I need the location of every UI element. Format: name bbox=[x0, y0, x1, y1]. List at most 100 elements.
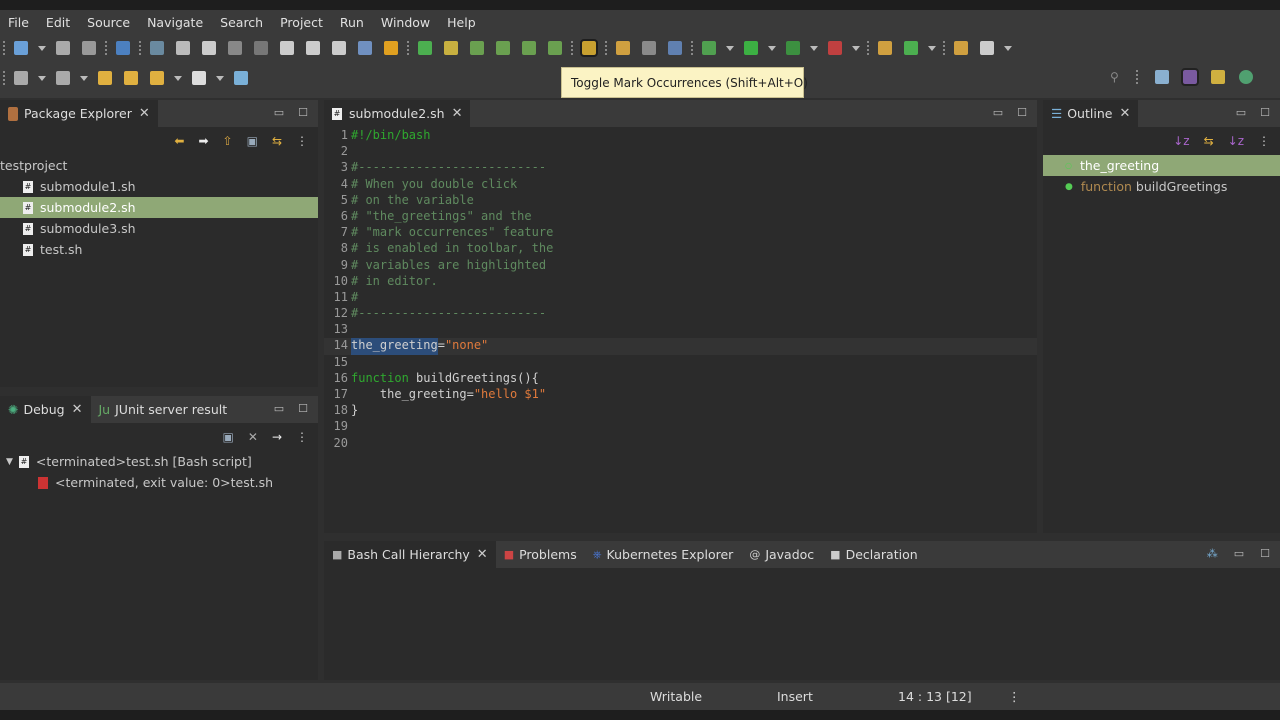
tab-javadoc[interactable]: @ Javadoc bbox=[741, 541, 822, 568]
menu-project[interactable]: Project bbox=[280, 15, 323, 30]
status-menu-icon[interactable]: ⋮ bbox=[1008, 689, 1021, 704]
view-menu-icon[interactable]: ⋮ bbox=[296, 134, 308, 148]
chevron-down-icon[interactable] bbox=[216, 75, 224, 81]
chevron-down-icon[interactable] bbox=[928, 45, 936, 51]
file-item[interactable]: # submodule1.sh bbox=[0, 176, 318, 197]
close-icon[interactable]: ✕ bbox=[72, 402, 83, 417]
outline-item-variable[interactable]: ○ the_greeting bbox=[1043, 155, 1280, 176]
search-icon[interactable]: ⚲ bbox=[1110, 70, 1119, 84]
chevron-down-icon[interactable] bbox=[38, 45, 46, 51]
menu-file[interactable]: File bbox=[8, 15, 29, 30]
step-icon[interactable]: → bbox=[272, 430, 282, 444]
file-item[interactable]: # test.sh bbox=[0, 239, 318, 260]
previous-annotation-icon[interactable] bbox=[56, 71, 70, 85]
save-all-icon[interactable] bbox=[82, 41, 96, 55]
menu-run[interactable]: Run bbox=[340, 15, 364, 30]
collapse-all-icon[interactable]: ▣ bbox=[247, 134, 258, 148]
external-tools-icon[interactable] bbox=[828, 41, 842, 55]
new-server-icon[interactable] bbox=[904, 41, 918, 55]
view-menu-icon[interactable]: ⋮ bbox=[296, 430, 308, 444]
chevron-down-icon[interactable] bbox=[768, 45, 776, 51]
step-return-icon[interactable] bbox=[332, 41, 346, 55]
toggle-mark-occurrences-icon[interactable] bbox=[580, 39, 598, 57]
new-project-icon[interactable] bbox=[418, 41, 432, 55]
next-edit-location-icon[interactable] bbox=[124, 71, 138, 85]
back-icon[interactable] bbox=[150, 71, 164, 85]
tab-junit[interactable]: Ju JUnit server result bbox=[91, 396, 236, 423]
tab-package-explorer[interactable]: Package Explorer ✕ bbox=[0, 100, 158, 127]
tab-hierarchy[interactable]: ■ Bash Call Hierarchy ✕ bbox=[324, 541, 496, 568]
maximize-icon[interactable]: ☐ bbox=[1260, 547, 1270, 560]
tab-problems[interactable]: ■ Problems bbox=[496, 541, 585, 568]
forward-icon[interactable]: ➡ bbox=[198, 134, 208, 148]
debug-launch-item[interactable]: ▼ # <terminated>test.sh [Bash script] bbox=[0, 451, 318, 472]
close-icon[interactable]: ✕ bbox=[1119, 106, 1130, 121]
layout-icon[interactable]: ⁂ bbox=[1207, 547, 1218, 560]
view-menu-icon[interactable]: ⋮ bbox=[1258, 134, 1270, 148]
menu-edit[interactable]: Edit bbox=[46, 15, 70, 30]
coverage-icon[interactable] bbox=[786, 41, 800, 55]
new-enum-icon[interactable] bbox=[522, 41, 536, 55]
tab-outline[interactable]: ☰ Outline ✕ bbox=[1043, 100, 1139, 127]
minimize-icon[interactable]: ▭ bbox=[1236, 106, 1246, 119]
minimize-icon[interactable]: ▭ bbox=[1234, 547, 1244, 560]
minimize-icon[interactable]: ▭ bbox=[274, 402, 284, 415]
debug-perspective-icon[interactable] bbox=[1238, 70, 1253, 84]
open-folder-icon[interactable] bbox=[954, 41, 968, 55]
tab-debug[interactable]: ✺ Debug ✕ bbox=[0, 396, 91, 423]
java-perspective-icon[interactable] bbox=[1180, 68, 1199, 86]
terminal-icon[interactable] bbox=[116, 41, 130, 55]
code-editor[interactable]: 1 #!/bin/bash 2 3 #-------------------------… bbox=[324, 127, 1037, 452]
python-perspective-icon[interactable] bbox=[1210, 70, 1225, 84]
drop-to-frame-icon[interactable] bbox=[358, 41, 372, 55]
close-icon[interactable]: ✕ bbox=[452, 106, 463, 121]
tab-kubernetes[interactable]: ⎈ Kubernetes Explorer bbox=[585, 541, 742, 568]
forward-icon[interactable] bbox=[192, 71, 206, 85]
remove-terminated-icon[interactable]: ▣ bbox=[223, 430, 234, 444]
chevron-down-icon[interactable] bbox=[38, 75, 46, 81]
maximize-icon[interactable]: ☐ bbox=[1017, 106, 1027, 119]
menu-window[interactable]: Window bbox=[381, 15, 430, 30]
remove-all-icon[interactable]: ✕ bbox=[248, 430, 258, 444]
next-annotation-icon[interactable] bbox=[14, 71, 28, 85]
back-icon[interactable]: ⬅ bbox=[174, 134, 184, 148]
close-icon[interactable]: ✕ bbox=[139, 106, 150, 121]
terminate-icon[interactable] bbox=[228, 41, 242, 55]
file-item[interactable]: # submodule2.sh bbox=[0, 197, 318, 218]
tab-editor-file[interactable]: # submodule2.sh ✕ bbox=[324, 100, 471, 127]
menu-help[interactable]: Help bbox=[447, 15, 476, 30]
new-package-icon[interactable] bbox=[444, 41, 458, 55]
sort-alpha-icon[interactable]: ↓z bbox=[1228, 134, 1244, 148]
chevron-down-icon[interactable] bbox=[810, 45, 818, 51]
file-item[interactable]: # submodule3.sh bbox=[0, 218, 318, 239]
outline-item-function[interactable]: ● function buildGreetings bbox=[1043, 176, 1280, 197]
open-type-icon[interactable] bbox=[616, 41, 630, 55]
show-whitespace-icon[interactable] bbox=[668, 41, 682, 55]
menu-navigate[interactable]: Navigate bbox=[147, 15, 203, 30]
disconnect-icon[interactable] bbox=[254, 41, 268, 55]
open-perspective-icon[interactable] bbox=[234, 71, 248, 85]
resume-icon[interactable] bbox=[176, 41, 190, 55]
new-java-class-icon[interactable] bbox=[878, 41, 892, 55]
chevron-down-icon[interactable] bbox=[852, 45, 860, 51]
chevron-down-icon[interactable] bbox=[1004, 45, 1012, 51]
suspend-icon[interactable] bbox=[202, 41, 216, 55]
open-perspective-icon[interactable] bbox=[1154, 70, 1169, 84]
expand-icon[interactable]: ▼ bbox=[6, 457, 13, 467]
new-icon[interactable] bbox=[14, 41, 28, 55]
debug-process-item[interactable]: <terminated, exit value: 0>test.sh bbox=[0, 472, 318, 493]
sort-icon[interactable]: ↓z bbox=[1173, 134, 1189, 148]
new-annotation-icon[interactable] bbox=[548, 41, 562, 55]
save-icon[interactable] bbox=[56, 41, 70, 55]
chevron-down-icon[interactable] bbox=[174, 75, 182, 81]
link-with-editor-icon[interactable]: ⇆ bbox=[1204, 134, 1214, 148]
chevron-down-icon[interactable] bbox=[80, 75, 88, 81]
tab-declaration[interactable]: ■ Declaration bbox=[822, 541, 925, 568]
maximize-icon[interactable]: ☐ bbox=[298, 106, 308, 119]
maximize-icon[interactable]: ☐ bbox=[298, 402, 308, 415]
close-icon[interactable]: ✕ bbox=[477, 547, 488, 562]
pen-icon[interactable] bbox=[980, 41, 994, 55]
minimize-icon[interactable]: ▭ bbox=[274, 106, 284, 119]
skip-breakpoints-icon[interactable] bbox=[150, 41, 164, 55]
link-with-editor-icon[interactable]: ⇆ bbox=[272, 134, 282, 148]
